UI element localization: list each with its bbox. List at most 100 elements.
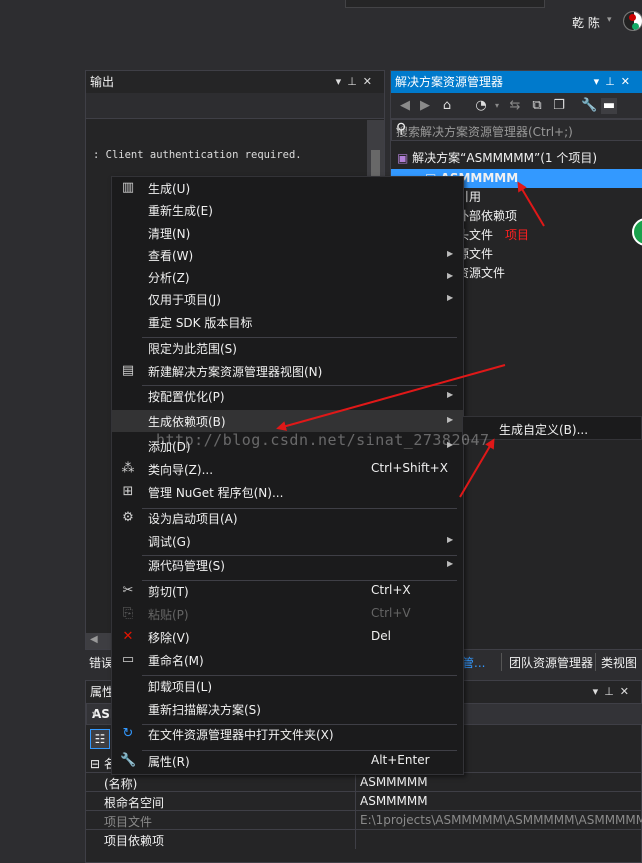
avatar[interactable]: [623, 11, 642, 31]
chevron-down-icon[interactable]: ▾: [607, 15, 612, 25]
dropdown-icon[interactable]: ▾: [593, 685, 605, 698]
menu-item-clean[interactable]: 清理(N): [112, 222, 463, 244]
menu-item-project-only[interactable]: 仅用于项目(J) ▶: [112, 288, 463, 310]
chevron-down-icon[interactable]: ▾: [489, 98, 505, 114]
scroll-left-icon[interactable]: ◀: [90, 634, 98, 645]
wrench-icon[interactable]: 🔧: [581, 98, 597, 114]
quick-launch-input[interactable]: [345, 0, 545, 8]
close-icon[interactable]: ✕: [363, 75, 378, 88]
context-menu: ▥ 生成(U) 重新生成(E) 清理(N) 查看(W) ▶ 分析(Z) ▶ 仅用于项目(J) ▶ 重…: [111, 176, 464, 775]
property-value[interactable]: ASMMMMM: [360, 794, 428, 808]
menu-item-label: 重新扫描解决方案(S): [148, 703, 261, 717]
pin-icon[interactable]: ⊥: [605, 75, 621, 88]
collapse-icon[interactable]: ⊟: [90, 757, 100, 771]
annotation-label: 项目: [505, 228, 530, 242]
collapse-icon[interactable]: ⧉: [529, 98, 545, 114]
tree-item-resource-files[interactable]: 资源文件: [457, 264, 505, 283]
property-key: 项目依赖项: [104, 834, 165, 848]
menu-item-build-customizations[interactable]: 生成自定义(B)...: [499, 421, 588, 438]
paste-icon: ⎘: [122, 606, 134, 621]
tab-team-explorer[interactable]: 团队资源管理器: [509, 654, 593, 671]
tab-solution-explorer[interactable]: 管...: [462, 654, 485, 671]
menu-item-manage-nuget[interactable]: ⊞ 管理 NuGet 程序包(N)...: [112, 481, 463, 503]
new-view-icon: ▤: [121, 363, 135, 378]
pin-icon[interactable]: ⊥: [347, 75, 363, 88]
solution-search-input[interactable]: 搜索解决方案资源管理器(Ctrl+;) ⚲ ▾: [391, 119, 642, 141]
menu-item-label: 在文件资源管理器中打开文件夹(X): [148, 728, 334, 742]
tab-class-view[interactable]: 类视图: [601, 654, 637, 671]
menu-item-rename[interactable]: ▭ 重命名(M): [112, 649, 463, 671]
close-icon[interactable]: ✕: [620, 685, 635, 698]
menu-item-rescan-solution[interactable]: 重新扫描解决方案(S): [112, 698, 463, 720]
menu-item-label: 重命名(M): [148, 654, 204, 668]
pin-icon[interactable]: ⊥: [604, 685, 620, 698]
property-row[interactable]: 项目依赖项: [86, 829, 642, 849]
menu-item-remove[interactable]: ✕ 移除(V) Del: [112, 626, 463, 648]
remove-icon: ✕: [122, 629, 134, 644]
dropdown-icon[interactable]: ▾: [336, 75, 348, 88]
menu-item-view[interactable]: 查看(W) ▶: [112, 244, 463, 266]
output-toolbar: [86, 93, 384, 119]
property-row[interactable]: 根命名空间 ASMMMMM: [86, 791, 642, 811]
menu-item-rebuild[interactable]: 重新生成(E): [112, 199, 463, 221]
home-icon[interactable]: ⌂: [439, 98, 455, 114]
menu-item-label: 源代码管理(S): [148, 559, 225, 573]
back-icon[interactable]: ◀: [397, 98, 413, 114]
menu-item-scope-to-this[interactable]: 限定为此范围(S): [112, 337, 463, 359]
menu-item-label: 属性(R): [148, 755, 190, 769]
solution-explorer-title: 解决方案资源管理器: [395, 75, 504, 89]
history-icon[interactable]: ◔: [473, 98, 489, 114]
menu-item-pgo[interactable]: 按配置优化(P) ▶: [112, 385, 463, 407]
menu-item-open-in-explorer[interactable]: ↻ 在文件资源管理器中打开文件夹(X): [112, 723, 463, 745]
tree-item-external-dependencies[interactable]: 外部依赖项: [457, 207, 517, 226]
menu-item-new-explorer-view[interactable]: ▤ 新建解决方案资源管理器视图(N): [112, 360, 463, 382]
sync-icon[interactable]: ⇆: [507, 98, 523, 114]
menu-item-unload-project[interactable]: 卸载项目(L): [112, 675, 463, 697]
menu-item-label: 查看(W): [148, 249, 194, 263]
menu-item-label: 清理(N): [148, 227, 191, 241]
wrench-icon: 🔧: [120, 753, 137, 768]
property-value[interactable]: E:\1projects\ASMMMMM\ASMMMMM\ASMMMMM: [360, 813, 642, 827]
tab-errors[interactable]: 错误: [89, 654, 113, 671]
menu-item-label: 生成依赖项(B): [148, 415, 226, 429]
categorized-icon[interactable]: ☷: [90, 729, 110, 749]
output-panel-title-bar: 输出 ▾⊥✕: [86, 71, 384, 93]
class-wizard-icon: ⁂: [121, 461, 135, 476]
menu-item-set-startup[interactable]: ⚙ 设为启动项目(A): [112, 507, 463, 529]
menu-item-class-wizard[interactable]: ⁂ 类向导(Z)... Ctrl+Shift+X: [112, 458, 463, 480]
property-value[interactable]: ASMMMMM: [360, 775, 428, 789]
dropdown-icon[interactable]: ▾: [594, 75, 606, 88]
user-name[interactable]: 乾 陈: [572, 14, 600, 31]
property-key: 根命名空间: [104, 796, 165, 810]
menu-item-label: 类向导(Z)...: [148, 463, 214, 477]
menu-item-label: 粘贴(P): [148, 608, 189, 622]
menu-item-build[interactable]: ▥ 生成(U): [112, 177, 463, 199]
menu-item-properties[interactable]: 🔧 属性(R) Alt+Enter: [112, 750, 463, 772]
show-all-files-icon[interactable]: ❐: [551, 98, 567, 114]
tree-item-solution[interactable]: ▣ 解决方案“ASMMMMM”(1 个项目): [397, 149, 597, 168]
menu-item-retarget-sdk[interactable]: 重定 SDK 版本目标: [112, 311, 463, 333]
solution-explorer-title-bar: 解决方案资源管理器 ▾⊥✕: [391, 71, 642, 93]
submenu-arrow-icon: ▶: [447, 415, 454, 424]
menu-item-label: 新建解决方案资源管理器视图(N): [148, 365, 323, 379]
menu-item-build-dependencies[interactable]: 生成依赖项(B) ▶: [112, 410, 463, 432]
menu-item-label: 限定为此范围(S): [148, 342, 237, 356]
submenu-arrow-icon: ▶: [447, 293, 454, 302]
menu-item-debug[interactable]: 调试(G) ▶: [112, 530, 463, 552]
close-icon[interactable]: ✕: [621, 75, 636, 88]
menu-item-label: 仅用于项目(J): [148, 293, 221, 307]
menu-item-cut[interactable]: ✂ 剪切(T) Ctrl+X: [112, 580, 463, 602]
menu-item-shortcut: Alt+Enter: [371, 753, 430, 767]
menu-item-label: 重新生成(E): [148, 204, 213, 218]
preview-icon[interactable]: ▬: [601, 98, 617, 114]
menu-item-source-control[interactable]: 源代码管理(S) ▶: [112, 554, 463, 576]
submenu-arrow-icon: ▶: [447, 535, 454, 544]
chevron-down-icon[interactable]: ▾: [396, 125, 639, 134]
tab-divider: [501, 653, 502, 671]
submenu-arrow-icon: ▶: [447, 271, 454, 280]
forward-icon[interactable]: ▶: [417, 98, 433, 114]
menu-item-analyze[interactable]: 分析(Z) ▶: [112, 266, 463, 288]
menu-item-paste: ⎘ 粘贴(P) Ctrl+V: [112, 603, 463, 625]
property-key: (名称): [104, 777, 138, 791]
property-row[interactable]: 项目文件 E:\1projects\ASMMMMM\ASMMMMM\ASMMMM…: [86, 810, 642, 830]
